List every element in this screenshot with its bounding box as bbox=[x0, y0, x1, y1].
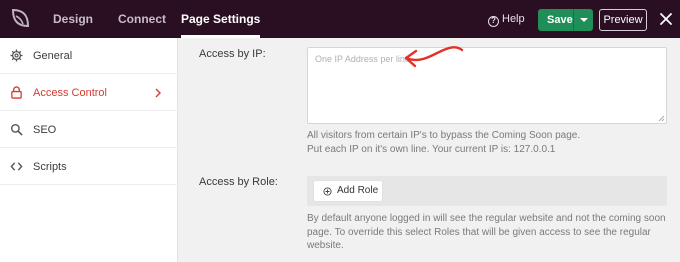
tab-connect[interactable]: Connect bbox=[118, 0, 166, 38]
close-icon[interactable] bbox=[659, 12, 673, 26]
add-role-label: Add Role bbox=[337, 185, 379, 196]
save-button[interactable]: Save bbox=[547, 9, 573, 31]
help-button[interactable]: ? Help bbox=[488, 0, 525, 38]
ip-address-textarea[interactable]: One IP Address per line bbox=[307, 47, 667, 124]
sidebar-item-general[interactable]: General bbox=[0, 38, 178, 74]
settings-main: Access by IP: One IP Address per line Al… bbox=[179, 38, 680, 262]
gear-icon bbox=[10, 49, 23, 62]
sidebar-item-label: Access Control bbox=[33, 87, 107, 99]
access-by-ip-label: Access by IP: bbox=[199, 48, 266, 60]
ip-textarea-placeholder: One IP Address per line bbox=[315, 54, 410, 64]
ip-help-line-2: Put each IP on it's own line. Your curre… bbox=[307, 143, 556, 155]
role-help-line-1: By default anyone logged in will see the… bbox=[307, 213, 666, 224]
sidebar-item-access-control[interactable]: Access Control bbox=[0, 75, 178, 111]
sidebar-item-scripts[interactable]: Scripts bbox=[0, 149, 178, 185]
save-divider bbox=[573, 9, 574, 31]
ip-help-line-1: All visitors from certain IP's to bypass… bbox=[307, 130, 581, 141]
seedprod-leaf-icon[interactable] bbox=[7, 7, 31, 31]
ip-help-text: All visitors from certain IP's to bypass… bbox=[307, 129, 667, 156]
add-role-button[interactable]: Add Role bbox=[313, 180, 383, 202]
chevron-right-icon bbox=[155, 88, 161, 98]
sidebar-item-seo[interactable]: SEO bbox=[0, 112, 178, 148]
search-icon bbox=[10, 123, 23, 136]
save-button-group: Save bbox=[538, 9, 593, 31]
sidebar-item-label: General bbox=[33, 50, 73, 62]
role-help-line-3: website. bbox=[307, 240, 344, 251]
plus-circle-icon bbox=[323, 187, 332, 196]
tab-page-settings[interactable]: Page Settings bbox=[181, 0, 261, 38]
tab-design[interactable]: Design bbox=[53, 0, 93, 38]
resize-handle-icon[interactable] bbox=[658, 115, 665, 122]
sidebar-item-label: Scripts bbox=[33, 161, 67, 173]
access-by-role-label: Access by Role: bbox=[199, 176, 278, 188]
annotation-arrow-icon bbox=[404, 46, 464, 68]
help-label: Help bbox=[502, 13, 525, 25]
lock-icon bbox=[11, 86, 22, 99]
role-help-line-2: page. To override this select Roles that… bbox=[307, 226, 651, 238]
code-icon bbox=[10, 162, 23, 171]
role-selector-box: Add Role bbox=[307, 176, 667, 206]
question-icon: ? bbox=[488, 16, 499, 27]
role-help-text: By default anyone logged in will see the… bbox=[307, 212, 680, 253]
settings-sidebar: General Access Control SEO Scripts bbox=[0, 38, 178, 262]
preview-button[interactable]: Preview bbox=[599, 9, 647, 31]
chevron-down-icon[interactable] bbox=[580, 18, 588, 22]
sidebar-item-label: SEO bbox=[33, 124, 57, 136]
top-bar: Design Connect Page Settings ? Help Save … bbox=[0, 0, 680, 38]
